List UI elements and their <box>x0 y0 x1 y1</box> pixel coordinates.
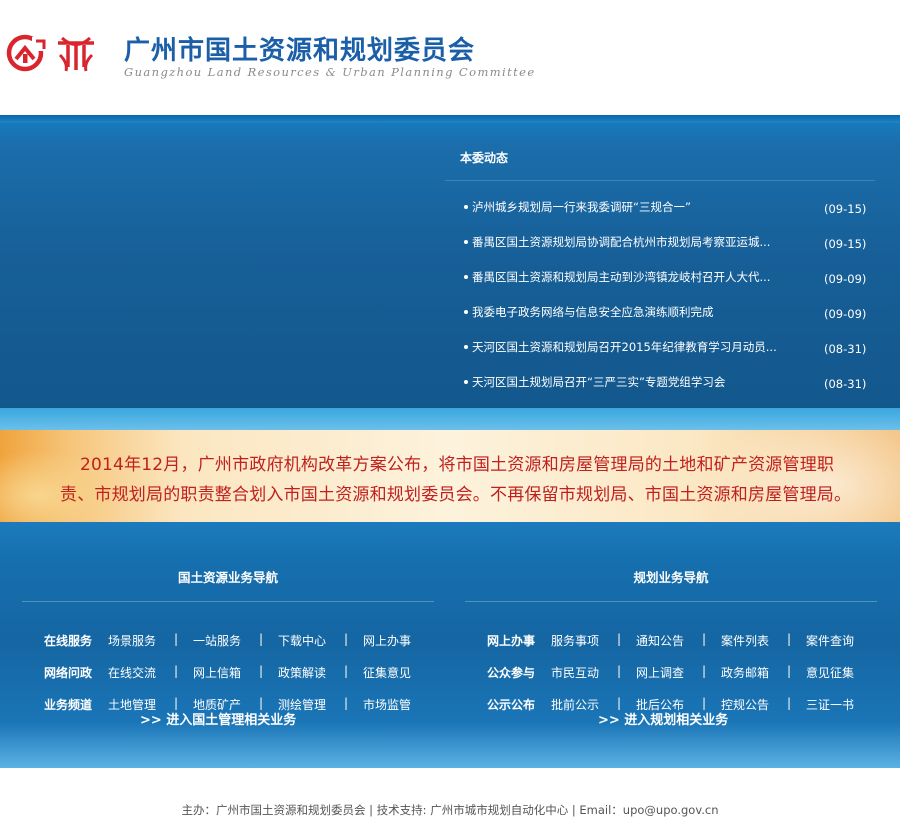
nav-category[interactable]: 在线服务 <box>44 632 92 649</box>
notice-line-2: 责、市规划局的职责整合划入市国土资源和规划委员会。不再保留市规划局、市国土资源和… <box>60 485 852 505</box>
planning-nav-title: 规划业务导航 <box>465 570 877 602</box>
nav-link[interactable]: 场景服务 <box>108 632 156 649</box>
nav-separator: | <box>174 664 179 678</box>
nav-link[interactable]: 市场监管 <box>363 696 411 713</box>
news-item[interactable]: 泸州城乡规划局一行来我委调研“三规合一” (09-15) <box>445 199 875 234</box>
land-nav-title: 国土资源业务导航 <box>22 570 434 602</box>
notice-line-1: 2014年12月，广州市政府机构改革方案公布，将市国土资源和房屋管理局的土地和矿… <box>80 455 835 475</box>
nav-separator: | <box>344 632 349 646</box>
nav-link[interactable]: 征集意见 <box>363 664 411 681</box>
news-item-date: (08-31) <box>824 377 867 391</box>
news-item-title[interactable]: 番禺区国土资源和规划局主动到沙湾镇龙岐村召开人大代... <box>472 269 792 285</box>
bullet-icon <box>464 275 468 279</box>
nav-separator: | <box>617 696 622 710</box>
nav-separator: | <box>259 664 264 678</box>
nav-link[interactable]: 网上信箱 <box>193 664 241 681</box>
nav-link[interactable]: 服务事项 <box>551 632 599 649</box>
nav-separator: | <box>344 696 349 710</box>
news-item-title[interactable]: 我委电子政务网络与信息安全应急演练顺利完成 <box>472 304 792 320</box>
nav-separator: | <box>174 696 179 710</box>
news-panel: 本委动态 泸州城乡规划局一行来我委调研“三规合一” (09-15) 番禺区国土资… <box>445 145 875 409</box>
nav-separator: | <box>344 664 349 678</box>
news-item-title[interactable]: 泸州城乡规划局一行来我委调研“三规合一” <box>472 199 792 215</box>
nav-link[interactable]: 网上调查 <box>636 664 684 681</box>
nav-separator: | <box>787 664 792 678</box>
planning-nav: 规划业务导航 网上办事 服务事项 | 通知公告 | 案件列表 | 案件查询 公众… <box>465 570 877 726</box>
nav-link[interactable]: 下载中心 <box>278 632 326 649</box>
news-section: 本委动态 泸州城乡规划局一行来我委调研“三规合一” (09-15) 番禺区国土资… <box>0 115 900 408</box>
nav-category[interactable]: 网上办事 <box>487 632 535 649</box>
nav-link[interactable]: 政务邮箱 <box>721 664 769 681</box>
nav-link[interactable]: 一站服务 <box>193 632 241 649</box>
nav-row: 公众参与 市民互动 | 网上调查 | 政务邮箱 | 意见征集 <box>465 662 877 694</box>
news-heading: 本委动态 <box>445 145 875 181</box>
news-item-date: (09-15) <box>824 237 867 251</box>
bullet-icon <box>464 380 468 384</box>
footer-info: 主办：广州市国土资源和规划委员会 | 技术支持: 广州市城市规划自动化中心 | … <box>181 803 719 817</box>
news-item-date: (09-09) <box>824 272 867 286</box>
bullet-icon <box>464 240 468 244</box>
nav-link[interactable]: 三证一书 <box>806 696 854 713</box>
bullet-icon <box>464 310 468 314</box>
enter-planning-business-link[interactable]: >> 进入规划相关业务 <box>598 709 728 728</box>
nav-link[interactable]: 通知公告 <box>636 632 684 649</box>
nav-link[interactable]: 批前公示 <box>551 696 599 713</box>
nav-separator: | <box>259 696 264 710</box>
news-item-date: (09-09) <box>824 307 867 321</box>
news-item[interactable]: 番禺区国土资源规划局协调配合杭州市规划局考察亚运城... (09-15) <box>445 234 875 269</box>
nav-link[interactable]: 意见征集 <box>806 664 854 681</box>
nav-separator: | <box>702 696 707 710</box>
site-footer: 主办：广州市国土资源和规划委员会 | 技术支持: 广州市城市规划自动化中心 | … <box>0 768 900 818</box>
nav-separator: | <box>702 664 707 678</box>
nav-category[interactable]: 公众参与 <box>487 664 535 681</box>
nav-separator: | <box>787 632 792 646</box>
news-item-title[interactable]: 天河区国土资源和规划局召开2015年纪律教育学习月动员... <box>472 339 792 355</box>
news-item-title[interactable]: 番禺区国土资源规划局协调配合杭州市规划局考察亚运城... <box>472 234 792 250</box>
site-header: 广州市国土资源和规划委员会 Guangzhou Land Resources &… <box>0 0 900 115</box>
news-item[interactable]: 天河区国土资源和规划局召开2015年纪律教育学习月动员... (08-31) <box>445 339 875 374</box>
land-resources-nav: 国土资源业务导航 在线服务 场景服务 | 一站服务 | 下载中心 | 网上办事 … <box>22 570 434 726</box>
site-subtitle: Guangzhou Land Resources & Urban Plannin… <box>124 65 536 79</box>
nav-link[interactable]: 网上办事 <box>363 632 411 649</box>
business-navigation-section: 国土资源业务导航 在线服务 场景服务 | 一站服务 | 下载中心 | 网上办事 … <box>0 522 900 768</box>
nav-separator: | <box>702 632 707 646</box>
nav-link[interactable]: 市民互动 <box>551 664 599 681</box>
nav-separator: | <box>787 696 792 710</box>
news-list: 泸州城乡规划局一行来我委调研“三规合一” (09-15) 番禺区国土资源规划局协… <box>445 199 875 409</box>
nav-link[interactable]: 在线交流 <box>108 664 156 681</box>
nav-separator: | <box>174 632 179 646</box>
site-title: 广州市国土资源和规划委员会 <box>124 36 476 66</box>
nav-row: 在线服务 场景服务 | 一站服务 | 下载中心 | 网上办事 <box>22 630 434 662</box>
news-item-title[interactable]: 天河区国土规划局召开“三严三实”专题党组学习会 <box>472 374 792 390</box>
bullet-icon <box>464 205 468 209</box>
nav-row: 网上办事 服务事项 | 通知公告 | 案件列表 | 案件查询 <box>465 630 877 662</box>
gz-land-planning-logo-icon[interactable] <box>6 33 98 73</box>
nav-separator: | <box>617 664 622 678</box>
nav-link[interactable]: 政策解读 <box>278 664 326 681</box>
enter-land-business-link[interactable]: >> 进入国土管理相关业务 <box>140 709 296 728</box>
nav-separator: | <box>617 632 622 646</box>
reform-notice-text: 2014年12月，广州市政府机构改革方案公布，将市国土资源和房屋管理局的土地和矿… <box>60 450 880 510</box>
nav-link[interactable]: 案件列表 <box>721 632 769 649</box>
nav-separator: | <box>259 632 264 646</box>
nav-category[interactable]: 业务频道 <box>44 696 92 713</box>
news-item-date: (08-31) <box>824 342 867 356</box>
news-item[interactable]: 天河区国土规划局召开“三严三实”专题党组学习会 (08-31) <box>445 374 875 409</box>
nav-category[interactable]: 公示公布 <box>487 696 535 713</box>
news-item-date: (09-15) <box>824 202 867 216</box>
nav-row: 网络问政 在线交流 | 网上信箱 | 政策解读 | 征集意见 <box>22 662 434 694</box>
divider-strip <box>0 408 900 430</box>
reform-notice-banner: 2014年12月，广州市政府机构改革方案公布，将市国土资源和房屋管理局的土地和矿… <box>0 430 900 522</box>
bullet-icon <box>464 345 468 349</box>
nav-category[interactable]: 网络问政 <box>44 664 92 681</box>
news-item[interactable]: 我委电子政务网络与信息安全应急演练顺利完成 (09-09) <box>445 304 875 339</box>
news-item[interactable]: 番禺区国土资源和规划局主动到沙湾镇龙岐村召开人大代... (09-09) <box>445 269 875 304</box>
nav-link[interactable]: 案件查询 <box>806 632 854 649</box>
